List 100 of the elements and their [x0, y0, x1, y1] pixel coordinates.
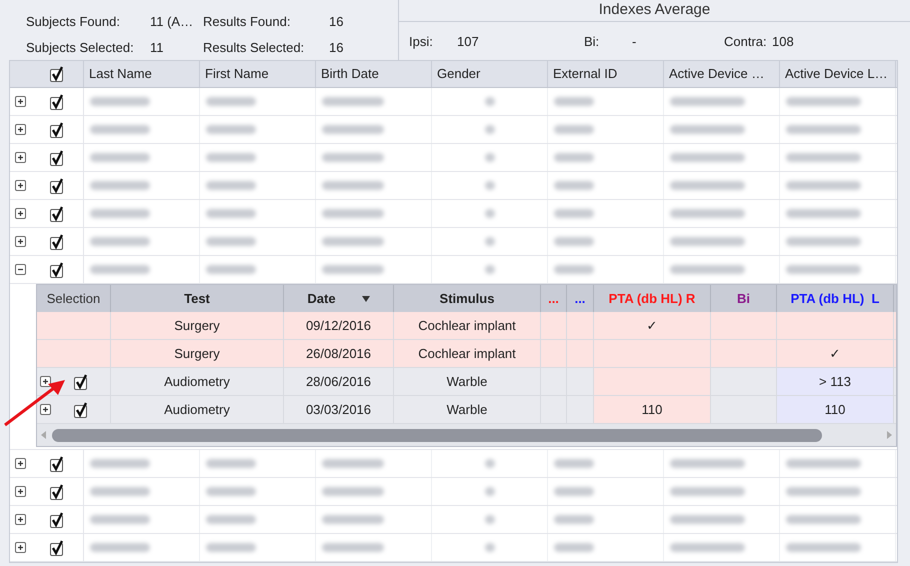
- expand-icon[interactable]: [40, 404, 51, 415]
- blurred-text: [322, 97, 384, 106]
- field-value: 11: [150, 38, 164, 56]
- expand-icon[interactable]: [14, 514, 26, 525]
- expand-icon[interactable]: [14, 486, 26, 497]
- blurred-text: [90, 237, 150, 246]
- table-cell: Audiometry: [111, 368, 284, 395]
- table-cell: ✓: [777, 340, 894, 367]
- table-cell: 110: [594, 396, 711, 423]
- table-cell: 26/08/2016: [284, 340, 394, 367]
- blurred-text: [90, 97, 150, 106]
- checkbox[interactable]: [48, 484, 64, 500]
- table-cell: 09/12/2016: [284, 312, 394, 339]
- blurred-text: [484, 515, 494, 524]
- field-value: 11 (A…: [150, 13, 194, 31]
- column-header[interactable]: Birth Date: [316, 61, 432, 87]
- blurred-text: [206, 543, 256, 552]
- column-header[interactable]: External ID: [548, 61, 664, 87]
- blurred-text: [322, 459, 384, 468]
- panel-title: Indexes Average: [399, 0, 910, 22]
- checkbox[interactable]: [48, 94, 64, 110]
- field-value: 107: [457, 33, 479, 51]
- blurred-text: [90, 209, 150, 218]
- checkbox[interactable]: [48, 540, 64, 556]
- checkbox[interactable]: [48, 512, 64, 528]
- blurred-text: [554, 181, 594, 190]
- column-header[interactable]: Gender: [432, 61, 548, 87]
- blurred-text: [554, 265, 594, 274]
- blurred-text: [206, 181, 256, 190]
- table-cell: Audiometry: [111, 396, 284, 423]
- field-label: Bi:: [584, 33, 600, 51]
- checkbox[interactable]: [48, 206, 64, 222]
- blurred-text: [322, 209, 384, 218]
- field-label: Subjects Selected:: [26, 38, 135, 57]
- blurred-text: [322, 237, 384, 246]
- checkbox[interactable]: [73, 402, 89, 418]
- table-cell: 03/03/2016: [284, 396, 394, 423]
- table-cell: Cochlear implant: [394, 340, 541, 367]
- table-cell: 110: [777, 396, 894, 423]
- collapse-icon[interactable]: [14, 264, 26, 275]
- checkbox[interactable]: [48, 150, 64, 166]
- blurred-text: [206, 153, 256, 162]
- expand-icon[interactable]: [14, 96, 26, 107]
- blurred-text: [322, 515, 384, 524]
- table-cell: Surgery: [111, 340, 284, 367]
- blurred-text: [322, 153, 384, 162]
- expand-icon[interactable]: [40, 376, 51, 387]
- checkbox[interactable]: [48, 66, 64, 82]
- checkbox[interactable]: [73, 374, 89, 390]
- blurred-text: [90, 125, 150, 134]
- blurred-text: [484, 181, 494, 190]
- table-cell: Surgery: [111, 312, 284, 339]
- expand-icon[interactable]: [14, 124, 26, 135]
- blurred-text: [554, 543, 594, 552]
- blurred-text: [554, 125, 594, 134]
- blurred-text: [90, 181, 150, 190]
- expand-icon[interactable]: [14, 542, 26, 553]
- expand-icon[interactable]: [14, 458, 26, 469]
- blurred-text: [484, 209, 494, 218]
- blurred-text: [206, 515, 256, 524]
- checkbox[interactable]: [48, 122, 64, 138]
- blurred-text: [484, 97, 494, 106]
- blurred-text: [484, 543, 494, 552]
- blurred-text: [206, 125, 256, 134]
- scrollbar-thumb[interactable]: [52, 428, 822, 442]
- expand-icon[interactable]: [14, 208, 26, 219]
- blurred-text: [206, 237, 256, 246]
- field-value: -: [632, 33, 636, 51]
- column-header[interactable]: Last Name: [84, 61, 200, 87]
- checkbox[interactable]: [48, 262, 64, 278]
- blurred-text: [554, 209, 594, 218]
- blurred-text: [484, 125, 494, 134]
- blurred-text: [322, 125, 384, 134]
- blurred-text: [90, 459, 150, 468]
- blurred-text: [206, 487, 256, 496]
- checkbox[interactable]: [48, 456, 64, 472]
- field-label: Results Found:: [203, 13, 292, 31]
- blurred-text: [554, 153, 594, 162]
- checkbox[interactable]: [48, 178, 64, 194]
- column-header[interactable]: Active Device L…: [780, 61, 896, 87]
- blurred-text: [206, 459, 256, 468]
- expand-icon[interactable]: [14, 180, 26, 191]
- blurred-text: [322, 543, 384, 552]
- blurred-text: [554, 515, 594, 524]
- blurred-text: [554, 237, 594, 246]
- blurred-text: [554, 487, 594, 496]
- expand-icon[interactable]: [14, 152, 26, 163]
- sort-descending-icon[interactable]: [362, 296, 370, 302]
- field-value: 16: [329, 38, 344, 56]
- field-value: 108: [772, 33, 794, 51]
- blurred-text: [90, 487, 150, 496]
- field-label: Subjects Found:: [26, 13, 121, 31]
- column-header[interactable]: First Name: [200, 61, 316, 87]
- checkbox[interactable]: [48, 234, 64, 250]
- column-header[interactable]: Active Device …: [664, 61, 780, 87]
- blurred-text: [484, 487, 494, 496]
- table-cell: Cochlear implant: [394, 312, 541, 339]
- expand-icon[interactable]: [14, 236, 26, 247]
- blurred-text: [322, 265, 384, 274]
- field-label: Results Selected:: [203, 38, 306, 56]
